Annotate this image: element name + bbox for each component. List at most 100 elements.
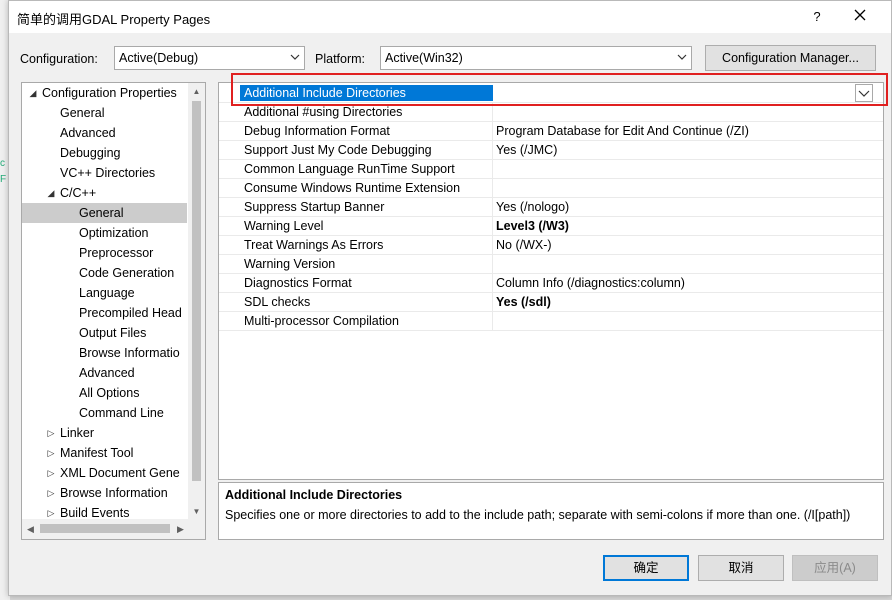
title-bar: 简单的调用GDAL Property Pages ? — [9, 1, 891, 33]
tree-item-label: C/C++ — [60, 186, 97, 200]
property-name: Warning Version — [244, 257, 336, 271]
property-row[interactable]: Warning Level Level3 (/W3) — [219, 217, 883, 236]
property-row[interactable]: Consume Windows Runtime Extension — [219, 179, 883, 198]
property-value[interactable]: Column Info (/diagnostics:column) — [496, 276, 685, 290]
property-name: Warning Level — [244, 219, 324, 233]
property-row[interactable]: Diagnostics Format Column Info (/diagnost… — [219, 274, 883, 293]
expand-arrow-icon[interactable]: ▷ — [46, 443, 56, 463]
expand-arrow-icon[interactable]: ▷ — [46, 483, 56, 503]
tree-item[interactable]: General — [22, 103, 187, 123]
tree-item[interactable]: Output Files — [22, 323, 187, 343]
column-separator — [492, 198, 493, 217]
collapse-arrow-icon[interactable]: ◢ — [46, 183, 56, 203]
tree-item[interactable]: ▷ Manifest Tool — [22, 443, 187, 463]
tree-item[interactable]: Language — [22, 283, 187, 303]
column-separator — [492, 160, 493, 179]
tree-item[interactable]: Code Generation — [22, 263, 187, 283]
tree-item[interactable]: Command Line — [22, 403, 187, 423]
tree-item[interactable]: Debugging — [22, 143, 187, 163]
tree-item[interactable]: ▷ Build Events — [22, 503, 187, 523]
property-value[interactable]: Yes (/JMC) — [496, 143, 557, 157]
tree-item-label: Linker — [60, 426, 95, 440]
tree-item[interactable]: General — [22, 203, 187, 223]
cancel-button[interactable]: 取消 — [698, 555, 784, 581]
tree-item-label: Code Generation — [79, 266, 175, 280]
column-separator — [492, 274, 493, 293]
property-row[interactable]: Common Language RunTime Support — [219, 160, 883, 179]
property-row[interactable]: Treat Warnings As Errors No (/WX-) — [219, 236, 883, 255]
tree-item-label: Output Files — [79, 326, 147, 340]
tree-item-label: Build Events — [60, 506, 130, 520]
property-value[interactable]: Program Database for Edit And Continue (… — [496, 124, 749, 138]
tree-item-label: Advanced — [79, 366, 135, 380]
tree-item-label: VC++ Directories — [60, 166, 156, 180]
description-title: Additional Include Directories — [225, 488, 403, 502]
property-name: Multi-processor Compilation — [244, 314, 399, 328]
platform-select[interactable]: Active(Win32) — [380, 46, 692, 70]
configuration-label: Configuration: — [20, 52, 98, 66]
expand-arrow-icon[interactable]: ▷ — [46, 463, 56, 483]
tree-vertical-scrollbar[interactable]: ▲ ▼ — [188, 83, 205, 520]
property-row[interactable]: Debug Information Format Program Database… — [219, 122, 883, 141]
scroll-thumb[interactable] — [192, 101, 201, 481]
tree-item[interactable]: All Options — [22, 383, 187, 403]
column-separator — [492, 293, 493, 312]
tree-item[interactable]: Browse Informatio — [22, 343, 187, 363]
property-value[interactable]: Yes (/nologo) — [496, 200, 569, 214]
description-text: Specifies one or more directories to add… — [225, 508, 851, 522]
column-separator — [492, 236, 493, 255]
property-row[interactable]: Warning Version — [219, 255, 883, 274]
apply-button[interactable]: 应用(A) — [792, 555, 878, 581]
property-grid[interactable]: Additional Include Directories Additional… — [218, 82, 884, 480]
help-button[interactable]: ? — [802, 5, 832, 29]
tree-item[interactable]: ▷ Linker — [22, 423, 187, 443]
chevron-down-icon — [677, 54, 687, 60]
property-row[interactable]: Suppress Startup Banner Yes (/nologo) — [219, 198, 883, 217]
column-separator — [492, 141, 493, 160]
close-button[interactable] — [845, 5, 875, 29]
tree-item[interactable]: Optimization — [22, 223, 187, 243]
tree-item[interactable]: ◢ Configuration Properties — [22, 83, 187, 103]
tree-item[interactable]: VC++ Directories — [22, 163, 187, 183]
property-name: Treat Warnings As Errors — [244, 238, 384, 252]
configuration-select[interactable]: Active(Debug) — [114, 46, 305, 70]
expand-arrow-icon[interactable]: ▷ — [46, 503, 56, 523]
tree-item-label: Preprocessor — [79, 246, 154, 260]
configuration-manager-button[interactable]: Configuration Manager... — [705, 45, 876, 71]
tree-item-label: General — [79, 206, 124, 220]
property-name: Consume Windows Runtime Extension — [244, 181, 461, 195]
tree-item-label: Precompiled Head — [79, 306, 182, 320]
property-value[interactable]: Level3 (/W3) — [496, 219, 569, 233]
tree-item[interactable]: ▷ Browse Information — [22, 483, 187, 503]
scroll-up-icon[interactable]: ▲ — [188, 83, 205, 100]
chevron-down-icon — [290, 54, 300, 60]
column-separator — [492, 255, 493, 274]
column-separator — [492, 122, 493, 141]
ok-button[interactable]: 确定 — [603, 555, 689, 581]
property-value[interactable]: Yes (/sdl) — [496, 295, 551, 309]
tree-item[interactable]: Precompiled Head — [22, 303, 187, 323]
annotation-highlight-box — [231, 73, 888, 106]
tree-item[interactable]: ◢ C/C++ — [22, 183, 187, 203]
property-value[interactable]: No (/WX-) — [496, 238, 552, 252]
tree-item[interactable]: Advanced — [22, 123, 187, 143]
window-title: 简单的调用GDAL Property Pages — [17, 12, 211, 27]
tree-item-label: Advanced — [60, 126, 116, 140]
tree-item-label: All Options — [79, 386, 140, 400]
tree-item-label: Configuration Properties — [42, 86, 177, 100]
platform-value: Active(Win32) — [385, 51, 463, 65]
tree-item[interactable]: Advanced — [22, 363, 187, 383]
expand-arrow-icon[interactable]: ▷ — [46, 423, 56, 443]
property-row[interactable]: Multi-processor Compilation — [219, 312, 883, 331]
property-row[interactable]: Support Just My Code Debugging Yes (/JMC) — [219, 141, 883, 160]
scroll-thumb[interactable] — [40, 524, 170, 533]
collapse-arrow-icon[interactable]: ◢ — [28, 83, 38, 103]
tree-item-label: Command Line — [79, 406, 164, 420]
configuration-value: Active(Debug) — [119, 51, 199, 65]
property-tree[interactable]: ▲ ▼ ◀ ▶ ◢ Configuration Properties General… — [21, 82, 206, 540]
tree-item[interactable]: Preprocessor — [22, 243, 187, 263]
scroll-down-icon[interactable]: ▼ — [188, 503, 205, 520]
property-row[interactable]: SDL checks Yes (/sdl) — [219, 293, 883, 312]
property-name: Debug Information Format — [244, 124, 390, 138]
tree-item[interactable]: ▷ XML Document Gene — [22, 463, 187, 483]
